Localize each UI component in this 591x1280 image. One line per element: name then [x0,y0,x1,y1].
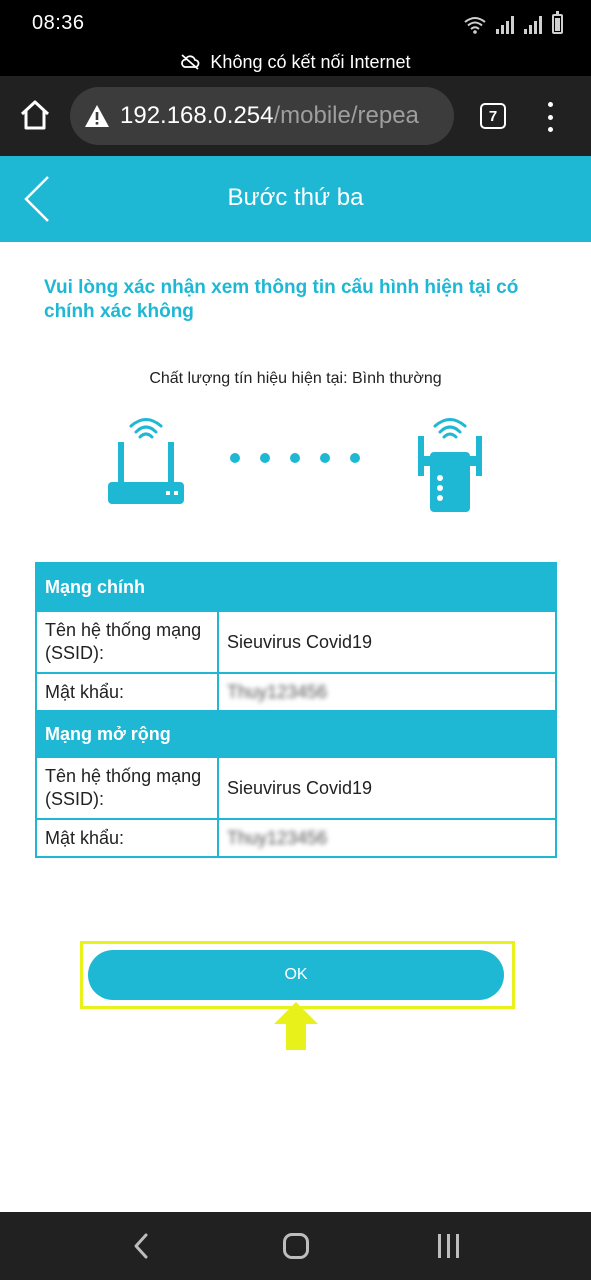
cloud-off-icon [181,54,200,70]
offline-banner: Không có kết nối Internet [0,48,591,76]
page-header: Bước thứ ba [0,156,591,242]
connection-dots [230,453,360,463]
url-path: /mobile/repea [273,102,419,129]
router-icon [108,418,184,504]
status-time: 08:36 [32,12,85,34]
ssid-value: Sieuvirus Covid19 [227,631,373,652]
password-label: Mật khẩu: [37,820,219,856]
main-network-heading: Mạng chính [37,564,555,610]
nav-back-icon[interactable] [130,1232,154,1260]
warning-icon[interactable] [84,104,110,128]
signal-quality-text: Chất lượng tín hiệu hiện tại: Bình thườn… [149,370,442,387]
table-row: Tên hệ thống mạng (SSID): Sieuvirus Covi… [37,756,555,818]
status-icons [464,11,563,34]
offline-text: Không có kết nối Internet [210,51,411,72]
address-bar[interactable]: 192.168.0.254/mobile/repea [70,87,454,145]
arrow-up-icon [274,1002,318,1050]
page-title: Bước thứ ba [227,184,364,211]
table-row: Tên hệ thống mạng (SSID): Sieuvirus Covi… [37,610,555,672]
signal-icon [524,16,542,34]
url-host: 192.168.0.254 [120,102,274,129]
nav-home-icon[interactable] [283,1233,309,1259]
instruction-text: Vui lòng xác nhận xem thông tin cấu hình… [44,277,519,322]
table-row: Mật khẩu: Thuy123456 [37,672,555,710]
tab-count: 7 [488,107,498,125]
status-bar: 08:36 [0,0,591,48]
nav-recents-icon[interactable] [438,1234,459,1258]
password-label: Mật khẩu: [37,674,219,710]
more-vert-icon[interactable] [540,102,560,132]
extended-network-heading: Mạng mở rộng [37,710,555,756]
signal-icon [496,16,514,34]
battery-icon [552,11,563,34]
home-icon[interactable] [18,98,52,132]
range-extender-icon [418,418,482,512]
wifi-icon [464,17,486,34]
password-value: Thuy123456 [227,681,328,702]
table-row: Mật khẩu: Thuy123456 [37,818,555,856]
ssid-value: Sieuvirus Covid19 [227,777,373,798]
password-value: Thuy123456 [227,827,328,848]
system-nav-bar [0,1212,591,1280]
ok-button[interactable]: OK [88,950,504,1000]
ssid-label: Tên hệ thống mạng (SSID): [37,758,219,818]
ssid-label: Tên hệ thống mạng (SSID): [37,612,219,672]
config-table: Mạng chính Tên hệ thống mạng (SSID): Sie… [35,562,557,858]
browser-toolbar: 192.168.0.254/mobile/repea 7 [0,76,591,156]
tabs-icon[interactable]: 7 [480,103,506,129]
